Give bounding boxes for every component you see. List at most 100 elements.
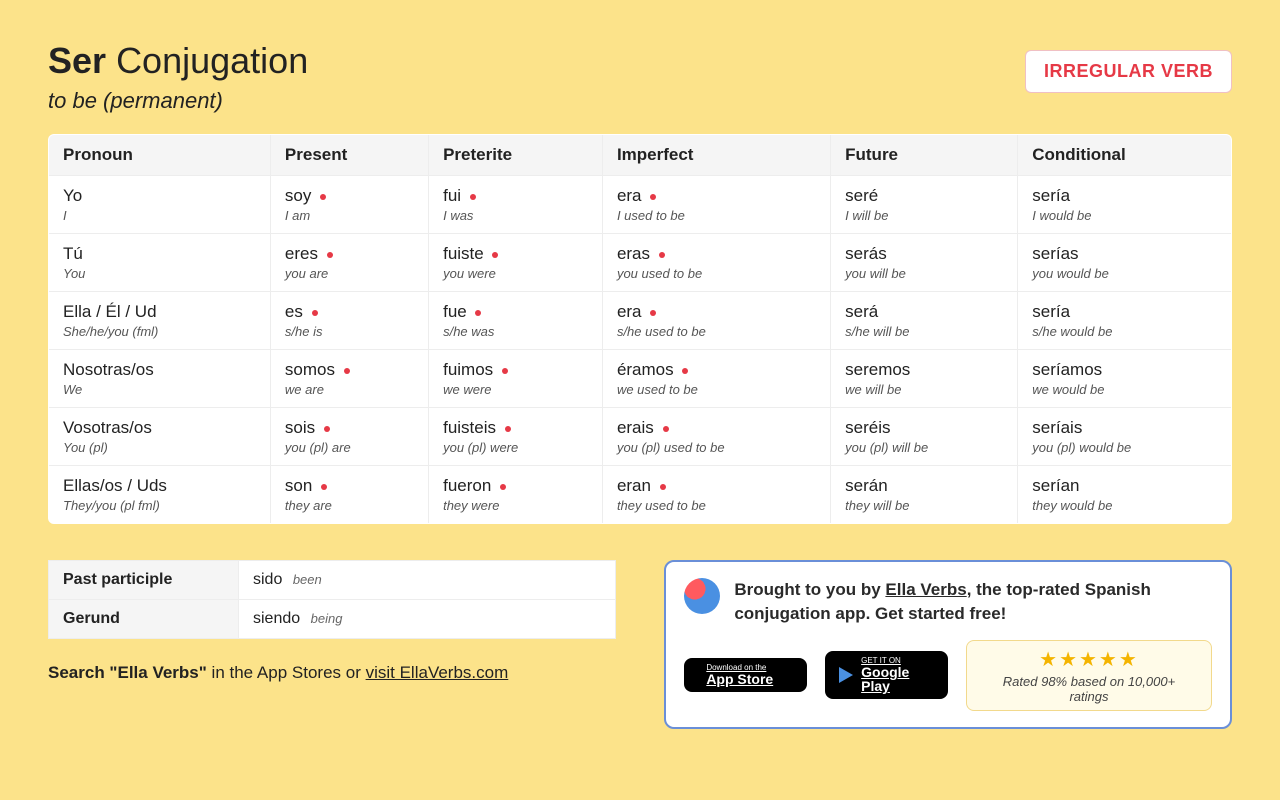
- conj-es: seréis: [845, 418, 1003, 438]
- irregular-dot-icon: [682, 368, 688, 374]
- future-cell: serás you will be: [831, 234, 1018, 292]
- irregular-dot-icon: [650, 310, 656, 316]
- ellaverbs-link[interactable]: visit EllaVerbs.com: [366, 663, 509, 682]
- stars-icon: ★★★★★: [985, 647, 1193, 672]
- irregular-badge: IRREGULAR VERB: [1025, 50, 1232, 93]
- irregular-dot-icon: [660, 484, 666, 490]
- table-row: Nosotras/osWesomos we arefuimos we wereé…: [49, 350, 1232, 408]
- irregular-dot-icon: [321, 484, 327, 490]
- conj-es: eres: [285, 244, 414, 264]
- conj-es: seré: [845, 186, 1003, 206]
- present-cell: es s/he is: [270, 292, 428, 350]
- conj-en: they were: [443, 498, 588, 513]
- conj-es: fue: [443, 302, 588, 322]
- conj-en: s/he is: [285, 324, 414, 339]
- conj-es: erais: [617, 418, 816, 438]
- future-cell: seremos we will be: [831, 350, 1018, 408]
- play-icon: [839, 667, 853, 683]
- conj-es: éramos: [617, 360, 816, 380]
- irregular-dot-icon: [500, 484, 506, 490]
- conj-en: you (pl) would be: [1032, 440, 1217, 455]
- title-block: Ser Conjugation to be (permanent): [48, 40, 308, 114]
- pronoun-en: We: [63, 382, 256, 397]
- preterite-cell: fue s/he was: [429, 292, 603, 350]
- conjugation-table: PronounPresentPreteriteImperfectFutureCo…: [48, 134, 1232, 524]
- present-cell: eres you are: [270, 234, 428, 292]
- pronoun-en: I: [63, 208, 256, 223]
- rating-text: Rated 98% based on 10,000+ ratings: [985, 674, 1193, 704]
- promo-bottom: Download on the App Store GET IT ON Goog…: [684, 640, 1212, 711]
- conj-en: you (pl) used to be: [617, 440, 816, 455]
- column-header: Present: [270, 135, 428, 176]
- pronoun-cell: TúYou: [49, 234, 271, 292]
- pronoun-cell: Nosotras/os We: [49, 350, 271, 408]
- conj-en: you will be: [845, 266, 1003, 281]
- conj-en: you (pl) are: [285, 440, 414, 455]
- conj-es: sería: [1032, 186, 1217, 206]
- google-play-button[interactable]: GET IT ON Google Play: [825, 651, 948, 699]
- conj-en: we are: [285, 382, 414, 397]
- imperfect-cell: eran they used to be: [602, 466, 830, 524]
- pronoun-cell: YoI: [49, 176, 271, 234]
- column-header: Preterite: [429, 135, 603, 176]
- imperfect-cell: éramos we used to be: [602, 350, 830, 408]
- preterite-cell: fuimos we were: [429, 350, 603, 408]
- play-big: Google Play: [861, 665, 934, 693]
- past-participle-es: sido: [253, 571, 282, 588]
- table-row: YoIsoy I amfui I wasera I used to beseré…: [49, 176, 1232, 234]
- promo-box: Brought to you by Ella Verbs, the top-ra…: [664, 560, 1232, 729]
- conditional-cell: sería s/he would be: [1018, 292, 1232, 350]
- conj-es: seremos: [845, 360, 1003, 380]
- irregular-dot-icon: [650, 194, 656, 200]
- title-suffix: Conjugation: [116, 40, 308, 81]
- promo-icon: [684, 578, 720, 614]
- conj-en: they will be: [845, 498, 1003, 513]
- imperfect-cell: eras you used to be: [602, 234, 830, 292]
- irregular-dot-icon: [475, 310, 481, 316]
- conj-es: serás: [845, 244, 1003, 264]
- conj-en: they used to be: [617, 498, 816, 513]
- table-row: Vosotras/osYou (pl)sois you (pl) arefuis…: [49, 408, 1232, 466]
- promo-link[interactable]: Ella Verbs: [885, 580, 966, 599]
- gerund-label: Gerund: [49, 600, 239, 639]
- conj-en: I used to be: [617, 208, 816, 223]
- app-store-button[interactable]: Download on the App Store: [684, 658, 807, 692]
- conj-es: fui: [443, 186, 588, 206]
- conditional-cell: serías you would be: [1018, 234, 1232, 292]
- irregular-dot-icon: [492, 252, 498, 258]
- search-note-mid: in the App Stores or: [212, 663, 366, 682]
- conj-en: I would be: [1032, 208, 1217, 223]
- conj-es: soy: [285, 186, 414, 206]
- future-cell: seré I will be: [831, 176, 1018, 234]
- present-cell: soy I am: [270, 176, 428, 234]
- gerund-es: siendo: [253, 610, 300, 627]
- table-row: Ella / Él / Ud She/he/you (fml) es s/he is…: [49, 292, 1232, 350]
- conditional-cell: serían they would be: [1018, 466, 1232, 524]
- past-participle-cell: sido been: [239, 561, 616, 600]
- pronoun-es: Ella / Él / Ud: [63, 302, 256, 322]
- conj-es: son: [285, 476, 414, 496]
- pronoun-cell: Ellas/os / UdsThey/you (pl fml): [49, 466, 271, 524]
- pronoun-en: She/he/you (fml): [63, 324, 256, 339]
- present-cell: son they are: [270, 466, 428, 524]
- present-cell: sois you (pl) are: [270, 408, 428, 466]
- preterite-cell: fui I was: [429, 176, 603, 234]
- conj-es: era: [617, 302, 816, 322]
- conj-es: seríamos: [1032, 360, 1217, 380]
- pronoun-en: They/you (pl fml): [63, 498, 256, 513]
- conj-es: será: [845, 302, 1003, 322]
- preterite-cell: fueron they were: [429, 466, 603, 524]
- rating-box: ★★★★★ Rated 98% based on 10,000+ ratings: [966, 640, 1212, 711]
- conj-en: you (pl) will be: [845, 440, 1003, 455]
- future-cell: serán they will be: [831, 466, 1018, 524]
- column-header: Conditional: [1018, 135, 1232, 176]
- conj-es: eran: [617, 476, 816, 496]
- conj-es: es: [285, 302, 414, 322]
- pronoun-es: Nosotras/os: [63, 360, 256, 380]
- conj-es: seríais: [1032, 418, 1217, 438]
- conj-en: s/he used to be: [617, 324, 816, 339]
- pronoun-cell: Ella / Él / Ud She/he/you (fml): [49, 292, 271, 350]
- conj-en: I am: [285, 208, 414, 223]
- conditional-cell: seríamos we would be: [1018, 350, 1232, 408]
- pronoun-en: You (pl): [63, 440, 256, 455]
